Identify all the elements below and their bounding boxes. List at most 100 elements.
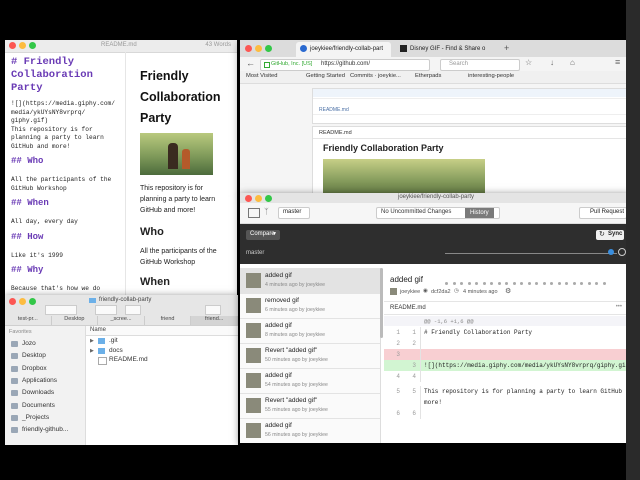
disclosure-triangle-icon[interactable]: ▶	[90, 348, 94, 354]
bookmark-item[interactable]: Commits · joeykie...	[350, 73, 401, 79]
history-item[interactable]: added gif 54 minutes ago by joeykiee	[240, 368, 380, 394]
timeline-current-commit[interactable]	[608, 249, 614, 255]
zoom-button[interactable]	[29, 298, 36, 305]
sidebar-item-icon	[11, 402, 18, 409]
new-tab-plus-icon[interactable]: +	[504, 43, 509, 53]
menu-icon[interactable]: ≡	[615, 57, 620, 67]
history-item[interactable]: added gif 4 minutes ago by joeykiee	[240, 268, 380, 294]
history-item[interactable]: Revert "added gif" 50 minutes ago by joey…	[240, 343, 380, 369]
markdown-heading-line: ## Who	[11, 156, 44, 166]
bookmark-star-icon[interactable]: ☆	[525, 58, 532, 67]
dropbox-icon[interactable]	[205, 305, 221, 315]
file-options-icon[interactable]: •••	[616, 304, 622, 310]
home-icon[interactable]: ⌂	[570, 58, 575, 67]
file-row[interactable]: README.md	[319, 107, 349, 113]
desktop-titlebar: joeykiee/friendly-collab-party	[240, 193, 630, 203]
new-line-number: 1	[412, 329, 416, 336]
file-row[interactable]: README.md	[86, 356, 238, 365]
file-row[interactable]: ▶ docs	[86, 347, 238, 356]
view-options-icon[interactable]	[95, 305, 117, 315]
sidebar-item[interactable]: friendly-github...	[5, 425, 85, 436]
readme-gif	[323, 159, 485, 195]
bookmark-item[interactable]: interesting-people	[468, 73, 514, 79]
diff-file-name: README.md	[390, 305, 426, 311]
history-scrollbar[interactable]	[380, 268, 383, 338]
sidebar-item[interactable]: Desktop	[5, 351, 85, 362]
compare-button[interactable]: Compare ▼	[246, 230, 280, 240]
file-name: .git	[109, 337, 118, 344]
finder-tab[interactable]: _scree...	[98, 316, 145, 325]
action-gear-icon[interactable]	[125, 305, 141, 315]
history-item-title: added gif	[265, 322, 292, 329]
sidebar-item[interactable]: _Projects	[5, 413, 85, 424]
editor-filename: README.md	[101, 42, 137, 48]
markdown-heading-line: Collaboration	[11, 69, 93, 81]
timeline-uncommitted-node[interactable]	[618, 248, 626, 256]
history-item-title: added gif	[265, 272, 292, 279]
bookmark-item[interactable]: Getting Started	[306, 73, 345, 79]
sidebar-item-icon	[11, 414, 18, 421]
diff-line-text: # Friendly Collaboration Party	[424, 329, 533, 336]
minimize-button[interactable]	[255, 195, 262, 202]
finder-window: friendly-collab-party test-pr... Desktop _…	[5, 295, 238, 445]
sidebar-item[interactable]: Applications	[5, 376, 85, 387]
tab-uncommitted-changes[interactable]: No Uncommitted Changes	[381, 209, 451, 215]
pull-request-button[interactable]: Pull Request	[579, 207, 627, 219]
sidebar-item[interactable]: Dropbox	[5, 364, 85, 375]
view-mode-icon[interactable]	[45, 305, 77, 315]
browser-tab-active[interactable]: joeykiee/friendly-collab-part	[296, 42, 391, 57]
branch-icon[interactable]: ᛉ	[264, 207, 273, 216]
zoom-button[interactable]	[265, 45, 272, 52]
commit-sha[interactable]: dcf2da2	[431, 289, 451, 295]
file-list: README.md	[312, 88, 630, 124]
disclosure-triangle-icon[interactable]: ▶	[90, 338, 94, 344]
avatar	[246, 348, 261, 363]
desktop-background	[626, 0, 640, 480]
finder-title: friendly-collab-party	[99, 297, 152, 303]
search-box[interactable]: Search	[440, 59, 520, 71]
folder-icon	[98, 347, 105, 354]
url-bar[interactable]: GitHub, Inc. [US] https://github.com/	[260, 59, 430, 71]
finder-tab[interactable]: friend	[144, 316, 192, 325]
pane-divider[interactable]	[125, 52, 126, 300]
gear-icon[interactable]: ⚙	[505, 287, 511, 295]
sync-button[interactable]: ↻ Sync	[596, 230, 624, 240]
close-button[interactable]	[245, 45, 252, 52]
sidebar-item[interactable]: Downloads	[5, 388, 85, 399]
browser-tab[interactable]: Disney GIF - Find & Share o	[396, 42, 491, 57]
column-header[interactable]: Name	[86, 326, 238, 336]
bookmark-item[interactable]: Most Visited	[246, 73, 277, 79]
finder-tab[interactable]: Desktop	[51, 316, 99, 325]
history-item[interactable]: removed gif 6 minutes ago by joeykiee	[240, 293, 380, 319]
old-line-number: 2	[396, 340, 400, 347]
file-row[interactable]: ▶ .git	[86, 337, 238, 346]
close-button[interactable]	[245, 195, 252, 202]
close-button[interactable]	[9, 298, 16, 305]
markdown-heading-line: ## When	[11, 198, 49, 208]
history-item[interactable]: Revert "added gif" 55 minutes ago by joey…	[240, 393, 380, 419]
timeline-branch-label: master	[246, 250, 265, 256]
bookmark-item[interactable]: Etherpads	[415, 73, 441, 79]
sidebar-item-icon	[11, 353, 18, 360]
avatar	[390, 288, 397, 295]
history-item[interactable]: added gif 56 minutes ago by joeykiee	[240, 418, 380, 443]
finder-tab[interactable]: friend...	[191, 316, 238, 325]
markdown-heading-line: ## How	[11, 231, 44, 242]
sidebar-item[interactable]: Jozo	[5, 339, 85, 350]
finder-tab[interactable]: test-pr...	[5, 316, 52, 325]
sidebar-item[interactable]: Documents	[5, 401, 85, 412]
sidebar-toggle-icon[interactable]	[248, 208, 260, 218]
zoom-button[interactable]	[29, 42, 36, 49]
tab-history[interactable]: History	[465, 208, 494, 218]
markdown-text-line: All day, every day	[11, 218, 78, 225]
markdown-source-pane[interactable]: # Friendly Collaboration Party ![](https://…	[11, 56, 123, 296]
download-icon[interactable]: ↓	[550, 58, 554, 67]
minimize-button[interactable]	[19, 42, 26, 49]
back-arrow-icon[interactable]: ←	[246, 58, 255, 68]
history-item[interactable]: added gif 8 minutes ago by joeykiee	[240, 318, 380, 344]
branch-selector[interactable]: master	[278, 207, 310, 219]
zoom-button[interactable]	[265, 195, 272, 202]
close-button[interactable]	[9, 42, 16, 49]
minimize-button[interactable]	[255, 45, 262, 52]
minimize-button[interactable]	[19, 298, 26, 305]
